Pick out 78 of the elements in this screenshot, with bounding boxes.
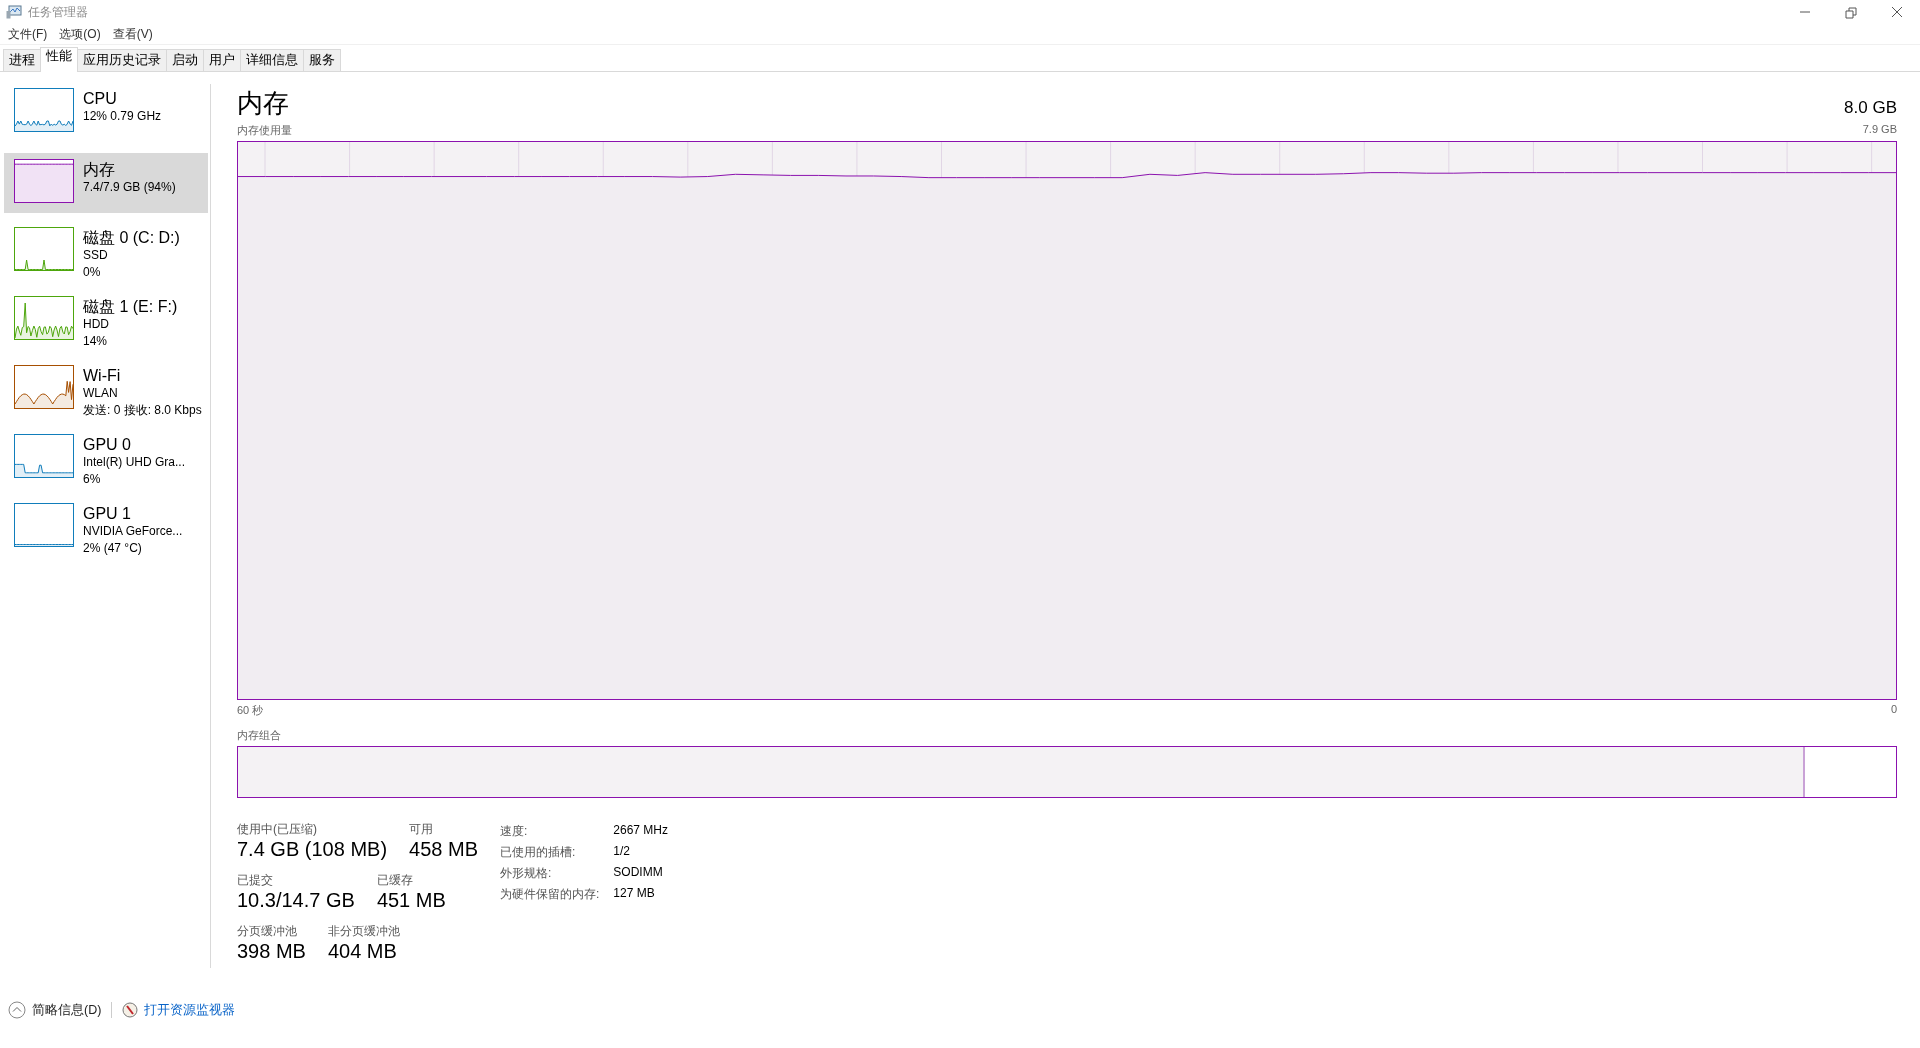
device-detail: 14% bbox=[83, 333, 109, 350]
sparkline-thumbnail bbox=[14, 503, 74, 547]
sidebar-item[interactable]: GPU 1 NVIDIA GeForce... 2% (47 °C) bbox=[4, 499, 208, 558]
tab[interactable]: 启动 bbox=[166, 49, 204, 71]
tab[interactable]: 详细信息 bbox=[240, 49, 304, 71]
tab[interactable]: 性能 bbox=[40, 47, 78, 72]
sidebar-item[interactable]: 磁盘 1 (E: F:) HDD 14% bbox=[4, 292, 208, 351]
device-detail: WLAN bbox=[83, 385, 119, 402]
device-name: 磁盘 0 (C: D:) bbox=[83, 229, 180, 247]
menu-item[interactable]: 查看(V) bbox=[106, 25, 159, 43]
spec-value: 1/2 bbox=[613, 844, 632, 860]
stat-label: 已提交 bbox=[237, 873, 274, 888]
window-title: 任务管理器 bbox=[28, 3, 89, 21]
time-axis-end: 0 bbox=[1890, 703, 1897, 717]
device-detail: SSD bbox=[83, 247, 109, 264]
device-detail: 发送: 0 接收: 8.0 Kbps bbox=[83, 402, 202, 419]
fewer-details-button[interactable]: 简略信息(D) bbox=[8, 1001, 102, 1019]
device-detail: HDD bbox=[83, 316, 110, 333]
stat-value: 7.4 GB (108 MB) bbox=[237, 837, 388, 861]
restore-icon bbox=[1843, 5, 1859, 19]
device-name: 内存 bbox=[83, 161, 116, 179]
sparkline-thumbnail bbox=[14, 159, 74, 203]
close-icon bbox=[1889, 5, 1905, 19]
tab[interactable]: 服务 bbox=[303, 49, 341, 71]
device-detail: Intel(R) UHD Gra... bbox=[83, 454, 185, 471]
device-name: GPU 1 bbox=[83, 505, 132, 523]
graph-max-label: 7.9 GB bbox=[1862, 123, 1897, 137]
device-name: 磁盘 1 (E: F:) bbox=[83, 298, 178, 316]
device-name: CPU bbox=[83, 90, 118, 108]
sidebar-item[interactable]: CPU 12% 0.79 GHz bbox=[4, 84, 208, 143]
chevron-up-icon bbox=[8, 1001, 26, 1019]
stat-label: 分页缓冲池 bbox=[237, 924, 298, 939]
sidebar-item[interactable]: 内存 7.4/7.9 GB (94%) bbox=[4, 153, 208, 213]
menu-item[interactable]: 文件(F) bbox=[2, 25, 54, 43]
spec-value: SODIMM bbox=[613, 865, 664, 881]
total-memory: 8.0 GB bbox=[1844, 98, 1897, 118]
tab[interactable]: 进程 bbox=[3, 49, 41, 71]
stat-label: 非分页缓冲池 bbox=[327, 924, 400, 939]
resource-monitor-link[interactable]: 打开资源监视器 bbox=[144, 1001, 236, 1019]
page-title: 内存 bbox=[237, 88, 289, 118]
sparkline-thumbnail bbox=[14, 365, 74, 409]
spec-label: 已使用的插槽: bbox=[500, 844, 577, 861]
composition-label: 内存组合 bbox=[237, 728, 282, 743]
resource-monitor-icon bbox=[122, 1002, 139, 1018]
sparkline-thumbnail bbox=[14, 296, 74, 340]
graph-label: 内存使用量 bbox=[237, 123, 292, 138]
spec-label: 速度: bbox=[500, 823, 529, 840]
device-detail: 2% (47 °C) bbox=[83, 540, 143, 557]
time-axis-start: 60 秒 bbox=[237, 703, 264, 718]
spec-label: 外形规格: bbox=[500, 865, 553, 882]
stat-value: 458 MB bbox=[409, 837, 478, 861]
sparkline-thumbnail bbox=[14, 88, 74, 132]
stat-label: 可用 bbox=[409, 822, 435, 837]
device-name: GPU 0 bbox=[83, 436, 132, 454]
tab[interactable]: 用户 bbox=[203, 49, 241, 71]
spec-value: 127 MB bbox=[613, 886, 656, 902]
app-icon bbox=[6, 5, 22, 19]
sparkline-thumbnail bbox=[14, 227, 74, 271]
device-detail: 12% 0.79 GHz bbox=[83, 108, 162, 125]
spec-value: 2667 MHz bbox=[613, 823, 669, 839]
stat-value: 404 MB bbox=[327, 939, 398, 963]
stat-value: 398 MB bbox=[237, 939, 306, 963]
device-detail: NVIDIA GeForce... bbox=[83, 523, 183, 540]
tab[interactable]: 应用历史记录 bbox=[77, 49, 167, 71]
device-detail: 6% bbox=[83, 471, 102, 488]
sidebar-item[interactable]: GPU 0 Intel(R) UHD Gra... 6% bbox=[4, 430, 208, 489]
sidebar-item[interactable]: Wi-Fi WLAN 发送: 0 接收: 8.0 Kbps bbox=[4, 361, 208, 420]
sidebar-item[interactable]: 磁盘 0 (C: D:) SSD 0% bbox=[4, 223, 208, 282]
stat-value: 451 MB bbox=[376, 888, 446, 912]
spec-label: 为硬件保留的内存: bbox=[500, 886, 600, 903]
device-name: Wi-Fi bbox=[83, 367, 122, 385]
stat-value: 10.3/14.7 GB bbox=[237, 888, 355, 912]
menu-item[interactable]: 选项(O) bbox=[53, 25, 107, 43]
sparkline-thumbnail bbox=[14, 434, 74, 478]
stat-label: 已缓存 bbox=[376, 873, 414, 888]
device-detail: 7.4/7.9 GB (94%) bbox=[83, 179, 176, 196]
stat-label: 使用中(已压缩) bbox=[237, 822, 318, 837]
device-detail: 0% bbox=[83, 264, 102, 281]
